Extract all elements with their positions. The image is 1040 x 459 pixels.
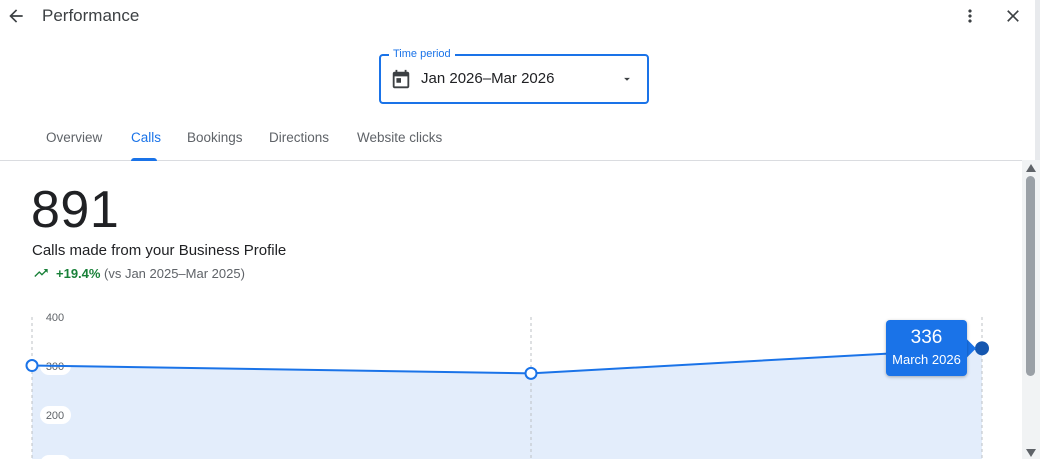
chart-point <box>25 359 39 373</box>
chart-point-selected <box>975 341 989 356</box>
more-options-button[interactable] <box>958 3 982 29</box>
chart-tooltip: 336 March 2026 <box>886 320 967 376</box>
page-title: Performance <box>42 6 140 25</box>
trending-up-icon <box>34 269 48 277</box>
tab-bar: Overview Calls Bookings Directions Websi… <box>0 122 1035 161</box>
close-icon <box>1007 10 1019 22</box>
calendar-icon <box>392 69 410 89</box>
scrollbar-thumb[interactable] <box>1026 176 1035 376</box>
tooltip-label: March 2026 <box>892 352 961 367</box>
active-tab-indicator <box>131 158 157 161</box>
more-vert-icon <box>968 9 972 23</box>
back-button[interactable] <box>2 2 30 30</box>
tab-directions[interactable]: Directions <box>269 122 329 159</box>
time-period-value: Jan 2026–Mar 2026 <box>421 70 555 87</box>
tab-website-clicks[interactable]: Website clicks <box>357 122 442 159</box>
time-period-label: Time period <box>389 47 455 61</box>
close-button[interactable] <box>1000 3 1026 29</box>
y-tick-label: 300 <box>46 361 64 373</box>
chart-point <box>524 366 538 380</box>
metric-description: Calls made from your Business Profile <box>32 242 287 259</box>
tooltip-value: 336 <box>910 327 943 348</box>
tab-bookings[interactable]: Bookings <box>187 122 243 159</box>
chart-area-fill <box>32 348 982 459</box>
scroll-up-icon[interactable] <box>1025 163 1037 173</box>
tab-calls[interactable]: Calls <box>131 122 161 159</box>
metric-comparison: (vs Jan 2025–Mar 2025) <box>104 266 245 281</box>
dropdown-arrow-icon <box>624 77 630 81</box>
tab-overview[interactable]: Overview <box>46 122 102 159</box>
scroll-down-icon[interactable] <box>1025 448 1037 458</box>
arrow-back-icon <box>9 9 23 23</box>
metric-change: +19.4% <box>56 266 101 281</box>
calls-chart: 400300200100 <box>25 312 989 459</box>
y-tick-label: 400 <box>46 312 64 324</box>
y-tick-label: 200 <box>46 410 64 422</box>
metric-value: 891 <box>31 181 120 239</box>
